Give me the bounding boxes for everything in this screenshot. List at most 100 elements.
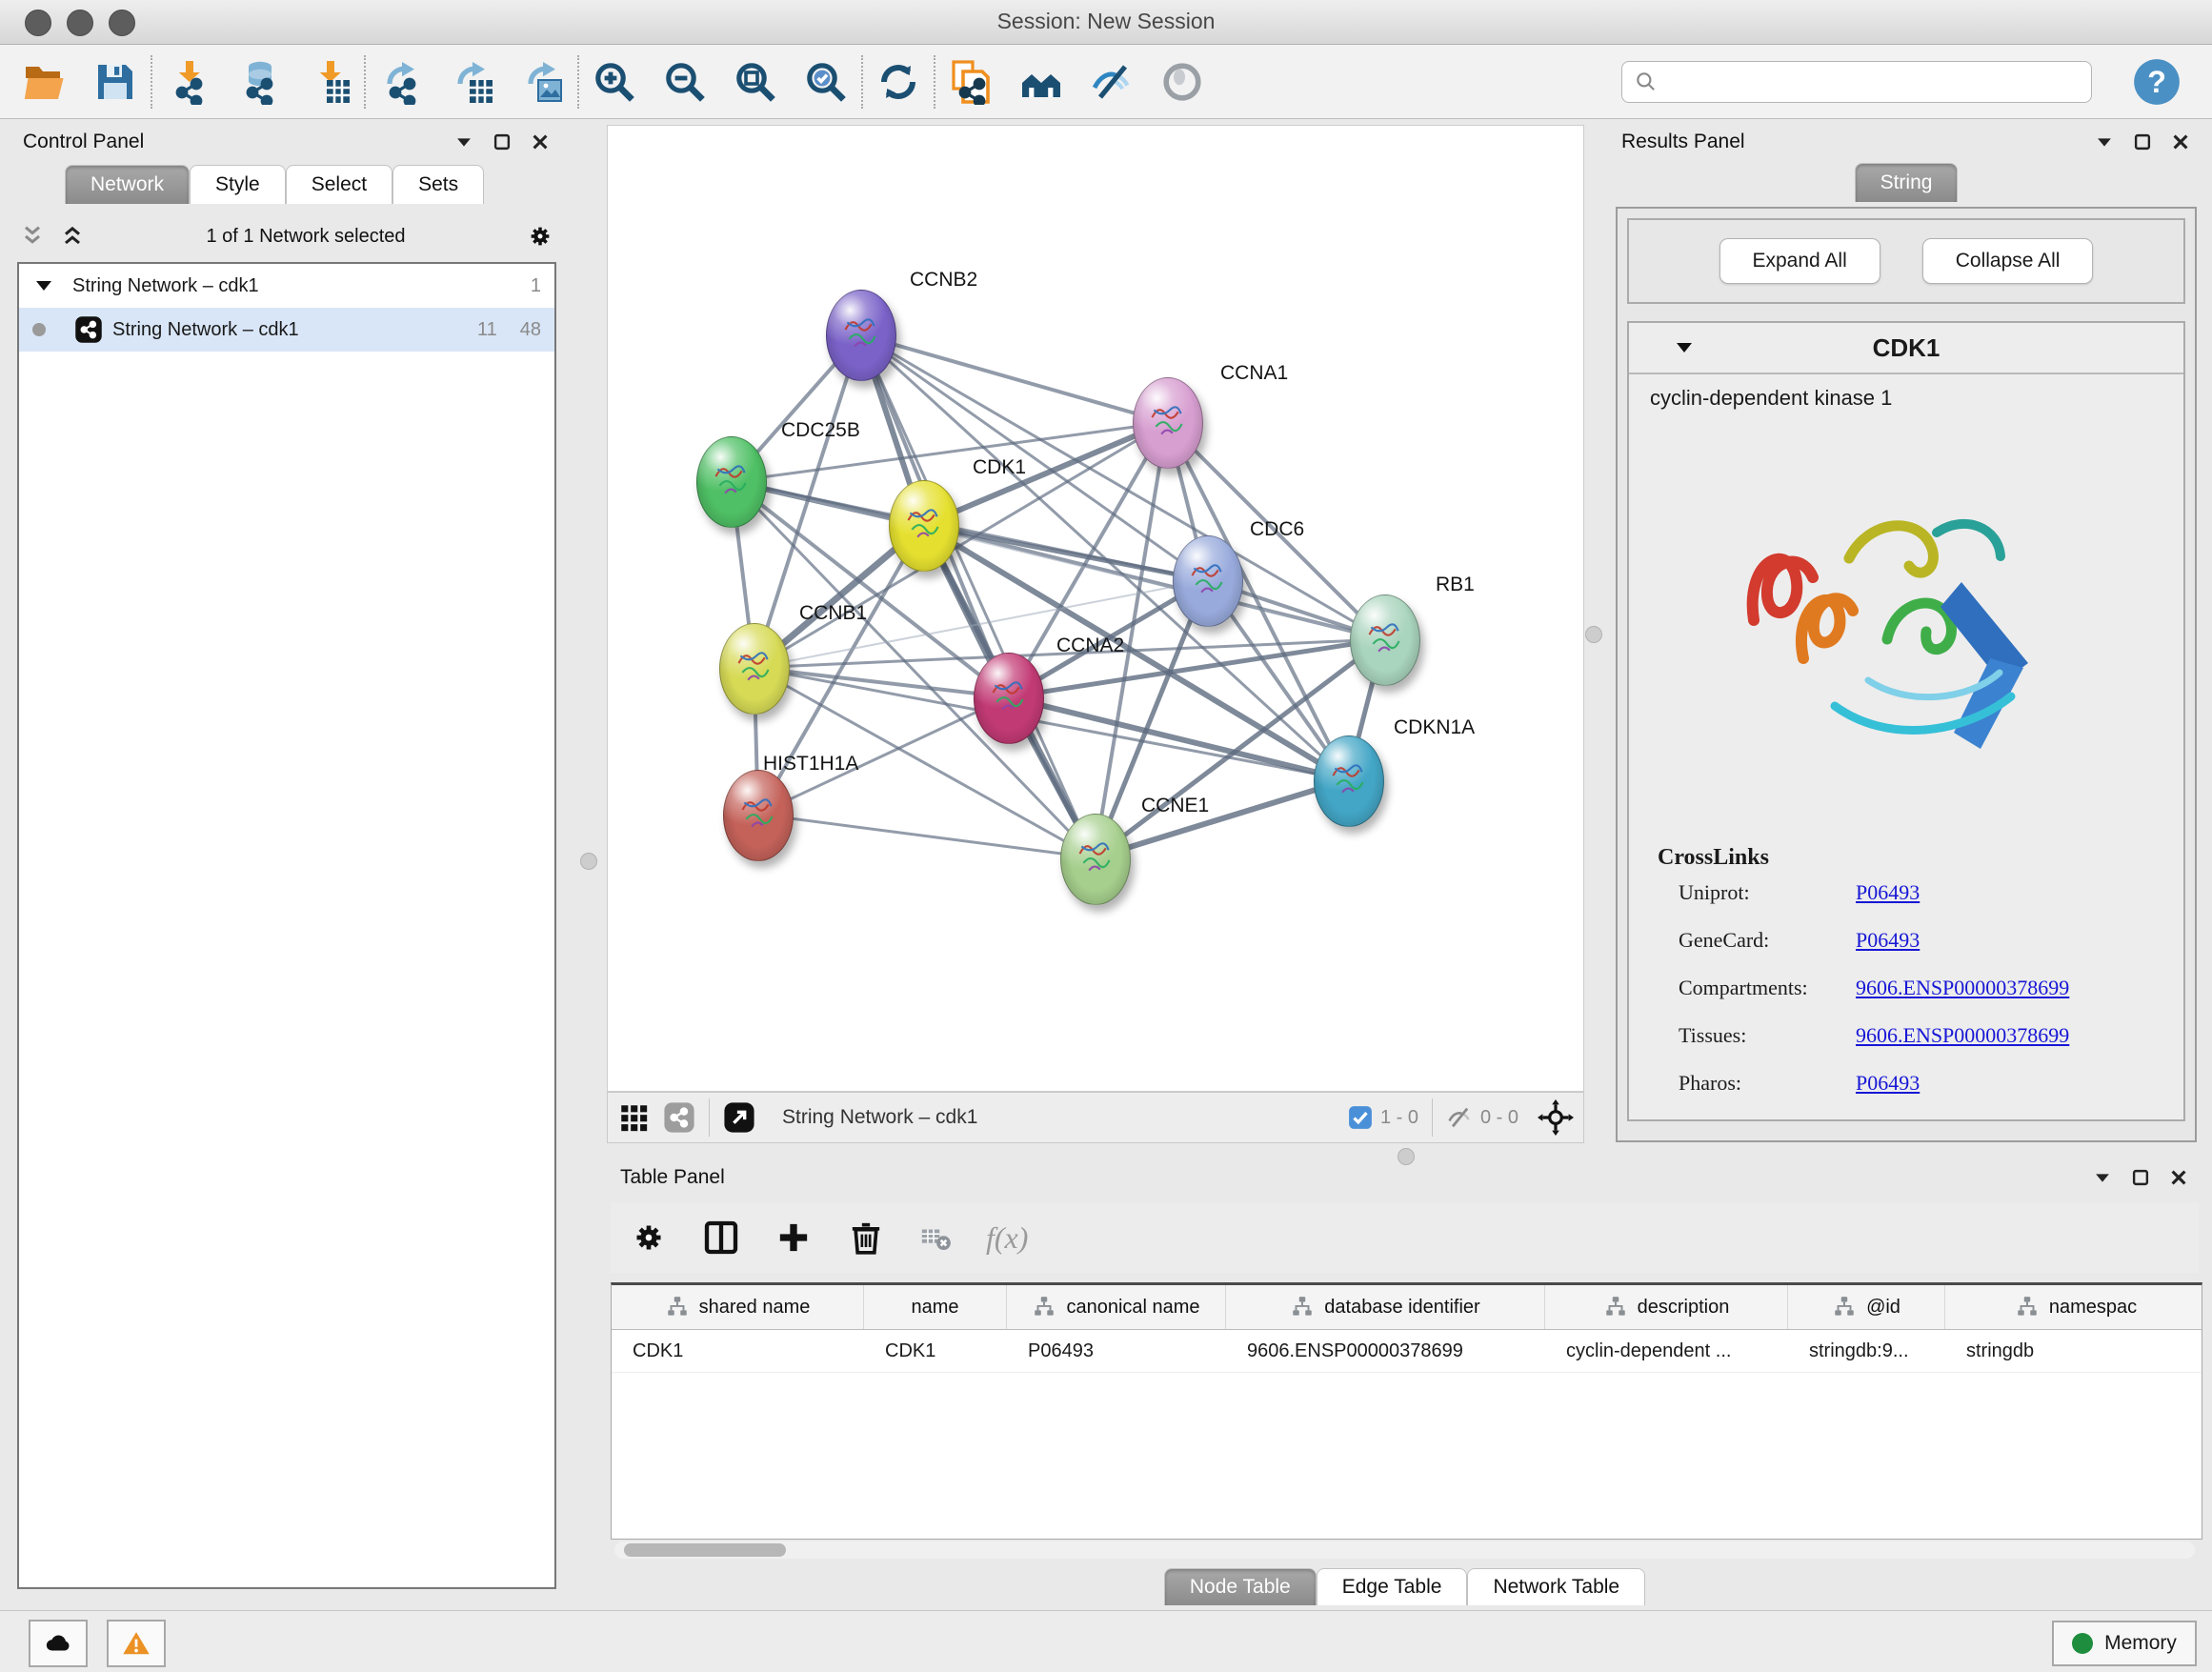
- table-settings-gear-icon[interactable]: [630, 1219, 668, 1257]
- search-box[interactable]: [1621, 61, 2092, 103]
- show-graphics-details-button[interactable]: [1155, 54, 1210, 110]
- titlebar: Session: New Session: [0, 0, 2212, 45]
- collapse-panel-icon[interactable]: [453, 131, 474, 152]
- tab-style[interactable]: Style: [190, 165, 286, 204]
- export-table-button[interactable]: [444, 54, 499, 110]
- hide-selected-button[interactable]: [1084, 54, 1139, 110]
- collapse-panel-icon[interactable]: [2092, 1167, 2113, 1188]
- right-splitter-handle[interactable]: [1585, 626, 1602, 643]
- crosslink-link[interactable]: 9606.ENSP00000378699: [1856, 1023, 2069, 1048]
- network-options-gear-icon[interactable]: [526, 222, 554, 251]
- collection-expander-icon[interactable]: [32, 274, 55, 297]
- network-node-CCNB2[interactable]: [826, 290, 896, 381]
- network-node-CCNA1[interactable]: [1133, 377, 1203, 469]
- close-panel-icon[interactable]: [530, 131, 551, 152]
- import-table-file-button[interactable]: [301, 54, 356, 110]
- float-panel-icon[interactable]: [492, 131, 513, 152]
- collapse-panel-icon[interactable]: [2094, 131, 2115, 152]
- network-node-CCNB1[interactable]: [719, 623, 790, 715]
- warnings-button[interactable]: [107, 1620, 166, 1667]
- help-button[interactable]: ?: [2132, 57, 2182, 107]
- network-node-CDKN1A[interactable]: [1314, 735, 1384, 827]
- selected-checkbox-icon[interactable]: [1348, 1105, 1373, 1130]
- close-panel-icon[interactable]: [2168, 1167, 2189, 1188]
- collapse-all-button[interactable]: Collapse All: [1922, 238, 2094, 284]
- network-node-CDC6[interactable]: [1173, 535, 1243, 627]
- tab-select[interactable]: Select: [286, 165, 392, 204]
- import-network-file-button[interactable]: [160, 54, 215, 110]
- table-cell[interactable]: CDK1: [864, 1330, 1007, 1372]
- show-columns-icon[interactable]: [702, 1219, 740, 1257]
- column-header-namespac[interactable]: namespac: [1945, 1285, 2202, 1329]
- grid-view-icon[interactable]: [617, 1101, 650, 1134]
- detach-view-icon[interactable]: [723, 1101, 755, 1134]
- column-header-name[interactable]: name: [864, 1285, 1007, 1329]
- table-cell[interactable]: CDK1: [612, 1330, 864, 1372]
- tab-network[interactable]: Network: [65, 165, 190, 204]
- collapse-all-networks-icon[interactable]: [59, 223, 86, 250]
- memory-button[interactable]: Memory: [2052, 1621, 2197, 1666]
- table-cell[interactable]: P06493: [1007, 1330, 1226, 1372]
- hidden-eye-icon[interactable]: [1446, 1104, 1473, 1131]
- crosslink-link[interactable]: P06493: [1856, 880, 1920, 905]
- network-node-CDK1[interactable]: [889, 480, 959, 572]
- import-network-database-button[interactable]: [231, 54, 286, 110]
- hscroll-thumb[interactable]: [624, 1543, 786, 1557]
- add-column-icon[interactable]: [774, 1219, 813, 1257]
- tab-string[interactable]: String: [1855, 163, 1959, 202]
- column-header-shared-name[interactable]: shared name: [612, 1285, 864, 1329]
- network-node-CDC25B[interactable]: [696, 436, 767, 528]
- table-cell[interactable]: cyclin-dependent ...: [1545, 1330, 1788, 1372]
- expand-all-networks-icon[interactable]: [19, 223, 46, 250]
- network-node-CCNE1[interactable]: [1060, 814, 1131, 905]
- network-collection-row[interactable]: String Network – cdk1 1: [19, 264, 554, 308]
- network-row[interactable]: String Network – cdk1 11 48: [19, 308, 554, 352]
- left-splitter-handle[interactable]: [580, 853, 597, 870]
- open-session-button[interactable]: [17, 54, 72, 110]
- tab-network-table[interactable]: Network Table: [1467, 1568, 1645, 1605]
- column-header-canonical-name[interactable]: canonical name: [1007, 1285, 1226, 1329]
- crosslink-link[interactable]: P06493: [1856, 928, 1920, 953]
- zoom-out-button[interactable]: [657, 54, 713, 110]
- network-view-icon[interactable]: [663, 1101, 695, 1134]
- column-header-database-identifier[interactable]: database identifier: [1226, 1285, 1545, 1329]
- crosslink-link[interactable]: 9606.ENSP00000378699: [1856, 976, 2069, 1000]
- table-hscrollbar[interactable]: [614, 1541, 2195, 1559]
- table-cell[interactable]: 9606.ENSP00000378699: [1226, 1330, 1545, 1372]
- birdseye-navigator-icon[interactable]: [1538, 1099, 1574, 1136]
- zoom-selected-button[interactable]: [798, 54, 854, 110]
- table-cell[interactable]: stringdb:9...: [1788, 1330, 1945, 1372]
- entry-expander-icon[interactable]: [1673, 336, 1696, 359]
- refresh-button[interactable]: [871, 54, 926, 110]
- tab-node-table[interactable]: Node Table: [1164, 1568, 1317, 1605]
- clone-network-button[interactable]: [943, 54, 998, 110]
- expand-all-button[interactable]: Expand All: [1719, 238, 1880, 284]
- float-panel-icon[interactable]: [2130, 1167, 2151, 1188]
- float-panel-icon[interactable]: [2132, 131, 2153, 152]
- tab-sets[interactable]: Sets: [392, 165, 484, 204]
- crosslink-link[interactable]: P06493: [1856, 1071, 1920, 1096]
- string-results-box: Expand All Collapse All CDK1 cyclin-depe…: [1616, 207, 2197, 1142]
- table-cell[interactable]: stringdb: [1945, 1330, 2202, 1372]
- zoom-in-button[interactable]: [587, 54, 642, 110]
- cloud-status-button[interactable]: [29, 1620, 88, 1667]
- delete-column-icon[interactable]: [847, 1219, 885, 1257]
- window-title: Session: New Session: [0, 9, 2212, 34]
- network-node-RB1[interactable]: [1350, 594, 1420, 686]
- close-panel-icon[interactable]: [2170, 131, 2191, 152]
- search-input[interactable]: [1666, 70, 2080, 93]
- table-row[interactable]: CDK1CDK1P064939606.ENSP00000378699cyclin…: [612, 1330, 2202, 1373]
- zoom-fit-button[interactable]: [728, 54, 783, 110]
- export-network-button[interactable]: [373, 54, 429, 110]
- node-label-CCNE1: CCNE1: [1141, 795, 1209, 817]
- network-node-CCNA2[interactable]: [974, 653, 1044, 744]
- first-neighbors-button[interactable]: [1014, 54, 1069, 110]
- network-edges[interactable]: [608, 126, 1583, 1091]
- export-image-button[interactable]: [514, 54, 570, 110]
- network-node-HIST1H1A[interactable]: [723, 770, 794, 861]
- network-canvas[interactable]: CCNB2 CCNA1 CDC25B CDK1 CDC6 RB1 CCNB1 C…: [607, 125, 1584, 1092]
- column-header-description[interactable]: description: [1545, 1285, 1788, 1329]
- tab-edge-table[interactable]: Edge Table: [1317, 1568, 1468, 1605]
- column-header-@id[interactable]: @id: [1788, 1285, 1945, 1329]
- save-session-button[interactable]: [88, 54, 143, 110]
